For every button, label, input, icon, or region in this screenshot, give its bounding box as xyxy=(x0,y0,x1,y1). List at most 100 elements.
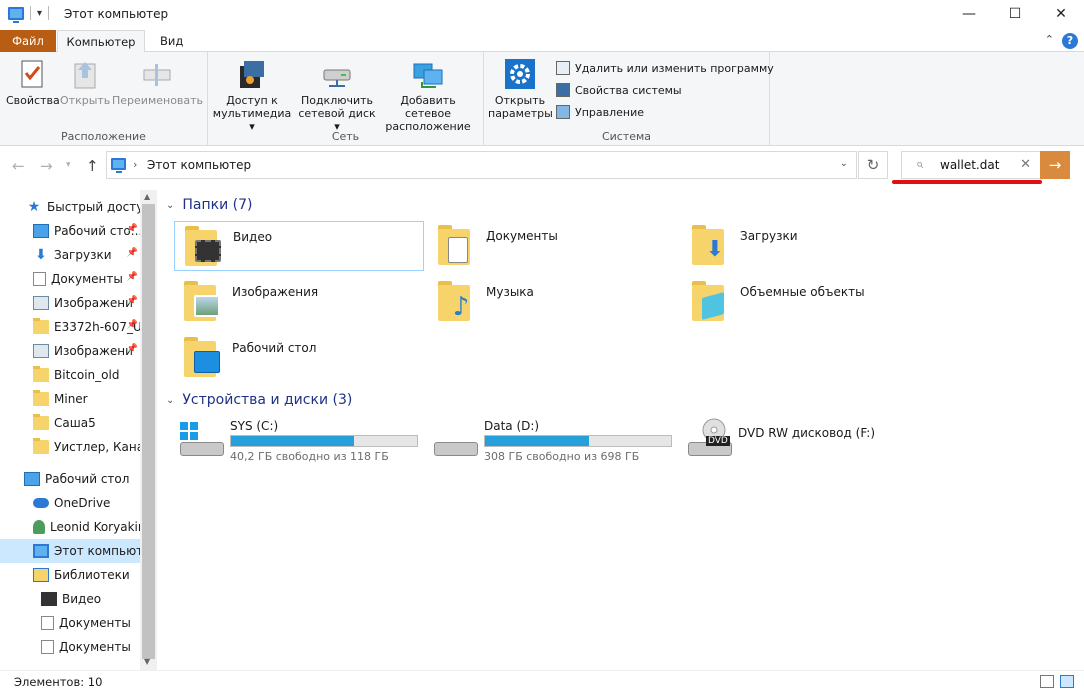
nav-libraries[interactable]: Библиотеки xyxy=(0,563,140,587)
scroll-up-icon[interactable]: ▲ xyxy=(144,192,150,201)
nav-user[interactable]: Leonid Koryakin xyxy=(0,515,140,539)
folder-video[interactable]: Видео xyxy=(174,221,424,271)
open-button[interactable]: Открыть xyxy=(60,58,110,107)
nav-item-desktop-pinned[interactable]: Рабочий сто... 📌 xyxy=(0,219,140,243)
group-location-label: Расположение xyxy=(61,130,146,143)
breadcrumb-separator-icon[interactable]: › xyxy=(133,158,137,171)
nav-item-downloads[interactable]: ⬇ Загрузки 📌 xyxy=(0,243,140,267)
manage-label: Управление xyxy=(575,105,645,119)
folders-section-header[interactable]: ⌄ Папки (7) xyxy=(166,197,253,213)
details-view-icon[interactable] xyxy=(1040,675,1054,688)
collapse-ribbon-icon[interactable]: ⌃ xyxy=(1045,33,1054,46)
scroll-down-icon[interactable]: ▼ xyxy=(144,657,150,666)
search-box[interactable]: ⌕ ✕ xyxy=(901,151,1041,179)
folder-pictures[interactable]: Изображения xyxy=(174,277,424,327)
folder-music[interactable]: ♪ Музыка xyxy=(428,277,678,327)
drive-d[interactable]: Data (D:) 308 ГБ свободно из 698 ГБ xyxy=(426,418,676,466)
address-history-chevron-icon[interactable]: ⌄ xyxy=(840,158,848,169)
close-button[interactable]: ✕ xyxy=(1038,0,1084,28)
hard-drive-icon xyxy=(434,428,478,458)
drive-c-free-space: 40,2 ГБ свободно из 118 ГБ xyxy=(230,450,389,463)
folder-documents[interactable]: Документы xyxy=(428,221,678,271)
window-title: Этот компьютер xyxy=(64,7,169,21)
drive-c-label: SYS (C:) xyxy=(230,419,279,433)
add-network-location-button[interactable]: Добавить сетевое расположение xyxy=(378,58,478,133)
manage-button[interactable]: Управление xyxy=(556,105,644,119)
media-access-button[interactable]: Доступ к мультимедиа ▾ xyxy=(212,58,292,133)
open-icon xyxy=(69,58,101,90)
nav-desktop[interactable]: Рабочий стол xyxy=(0,467,140,491)
breadcrumb-this-pc[interactable]: Этот компьютер xyxy=(147,158,251,172)
properties-button[interactable]: Свойства xyxy=(6,58,60,107)
nav-quick-access[interactable]: ★ Быстрый доступ xyxy=(0,195,140,219)
search-go-button[interactable]: → xyxy=(1040,151,1070,179)
pin-icon: 📌 xyxy=(126,248,138,258)
drive-d-label: Data (D:) xyxy=(484,419,540,433)
large-icons-view-icon[interactable] xyxy=(1060,675,1074,688)
drive-f-dvd[interactable]: DVD DVD RW дисковод (F:) xyxy=(680,418,930,466)
nav-onedrive[interactable]: OneDrive xyxy=(0,491,140,515)
recent-locations-icon[interactable]: ▾ xyxy=(66,160,71,170)
drive-c[interactable]: SYS (C:) 40,2 ГБ свободно из 118 ГБ xyxy=(172,418,422,466)
help-icon[interactable]: ? xyxy=(1062,33,1078,49)
folder-desktop[interactable]: Рабочий стол xyxy=(174,333,424,383)
network-location-icon xyxy=(412,58,444,90)
dvd-drive-icon: DVD xyxy=(688,418,732,458)
drive-f-label: DVD RW дисковод (F:) xyxy=(738,426,876,440)
customize-toolbar-icon[interactable]: ▾ xyxy=(37,8,42,19)
nav-item-miner[interactable]: Miner xyxy=(0,387,140,411)
nav-lib-documents[interactable]: Документы xyxy=(0,611,140,635)
scrollbar-thumb[interactable] xyxy=(142,204,155,659)
devices-section-header[interactable]: ⌄ Устройства и диски (3) xyxy=(166,392,352,408)
nav-scrollbar[interactable]: ▲ ▼ xyxy=(140,190,157,670)
back-arrow-icon[interactable]: ← xyxy=(12,157,25,175)
nav-item-documents[interactable]: Документы 📌 xyxy=(0,267,140,291)
tab-view[interactable]: Вид xyxy=(150,30,193,52)
system-properties-button[interactable]: Свойства системы xyxy=(556,83,682,97)
maximize-button[interactable]: ☐ xyxy=(992,0,1038,28)
address-bar[interactable]: › Этот компьютер ⌄ xyxy=(106,151,857,179)
up-arrow-icon[interactable]: ↑ xyxy=(86,157,99,175)
settings-label-2: параметры xyxy=(488,107,553,120)
dvd-badge: DVD xyxy=(706,436,730,446)
forward-arrow-icon[interactable]: → xyxy=(40,157,53,175)
nav-lib-documents-2[interactable]: Документы xyxy=(0,635,140,659)
network-drive-icon xyxy=(321,58,353,90)
minimize-button[interactable]: — xyxy=(946,0,992,28)
map-drive-button[interactable]: Подключить сетевой диск ▾ xyxy=(298,58,376,133)
nav-this-pc[interactable]: Этот компьютер xyxy=(0,539,140,563)
manage-icon xyxy=(556,105,570,119)
search-icon: ⌕ xyxy=(916,157,924,172)
folder-downloads[interactable]: ⬇ Загрузки xyxy=(682,221,932,271)
drive-d-usage-bar xyxy=(484,435,672,447)
star-icon: ★ xyxy=(27,199,41,215)
group-system-label: Система xyxy=(601,130,652,143)
documents-folder-icon xyxy=(436,223,478,265)
uninstall-icon xyxy=(556,61,570,75)
tab-file[interactable]: Файл xyxy=(0,30,56,52)
ribbon-tabs: Файл Компьютер Вид ⌃ ? xyxy=(0,30,1084,53)
tab-computer[interactable]: Компьютер xyxy=(57,30,145,53)
drive-c-usage-bar xyxy=(230,435,418,447)
clear-search-icon[interactable]: ✕ xyxy=(1020,157,1031,172)
nav-item-sasha5[interactable]: Саша5 xyxy=(0,411,140,435)
pictures-folder-icon xyxy=(182,279,224,321)
picture-icon xyxy=(33,296,49,310)
open-settings-button[interactable]: Открыть параметры xyxy=(488,58,553,120)
library-icon xyxy=(33,568,49,582)
nav-item-bitcoin-old[interactable]: Bitcoin_old xyxy=(0,363,140,387)
rename-button[interactable]: Переименовать xyxy=(112,58,203,107)
chevron-down-icon: ⌄ xyxy=(166,199,175,211)
nav-item-pictures-2[interactable]: Изображени 📌 xyxy=(0,339,140,363)
folder-icon xyxy=(33,438,49,454)
nav-item-e3372h[interactable]: E3372h-607_U 📌 xyxy=(0,315,140,339)
folder-3d-objects[interactable]: Объемные объекты xyxy=(682,277,932,327)
chevron-down-icon: ⌄ xyxy=(166,394,175,406)
refresh-button[interactable]: ↻ xyxy=(858,151,888,179)
document-icon xyxy=(41,616,54,630)
nav-item-whistler[interactable]: Уистлер, Канада xyxy=(0,435,140,459)
nav-lib-video[interactable]: Видео xyxy=(0,587,140,611)
uninstall-program-button[interactable]: Удалить или изменить программу xyxy=(556,61,774,75)
nav-item-pictures[interactable]: Изображени 📌 xyxy=(0,291,140,315)
search-input[interactable] xyxy=(940,157,1020,173)
